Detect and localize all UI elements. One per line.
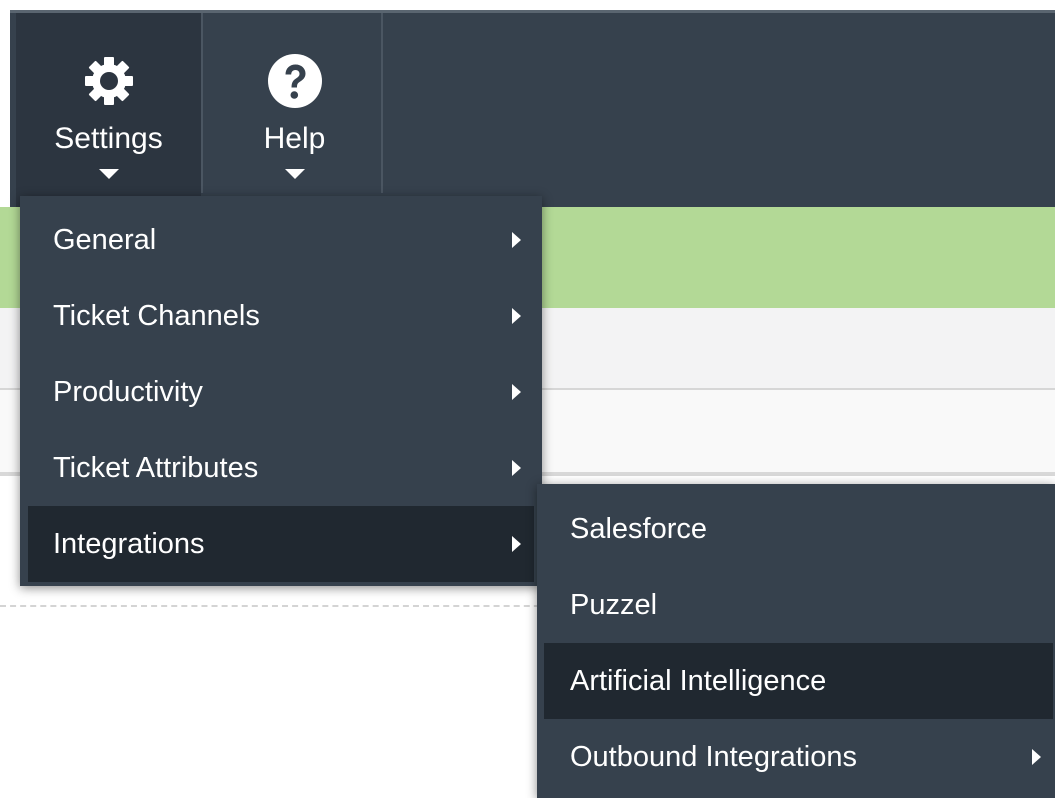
menu-item-label: Salesforce <box>570 513 708 545</box>
menu-item-puzzel[interactable]: Puzzel <box>544 567 1055 643</box>
chevron-right-icon <box>512 536 521 552</box>
menu-item-ticket-attributes[interactable]: Ticket Attributes <box>28 430 542 506</box>
menu-item-label: Ticket Channels <box>53 300 260 332</box>
app-screen: Settings Help General Ticket Channels Pr… <box>0 0 1055 798</box>
menu-item-label: Ticket Attributes <box>53 452 259 484</box>
settings-nav-label: Settings <box>54 122 163 155</box>
menu-item-general[interactable]: General <box>28 202 542 278</box>
chevron-right-icon <box>512 232 521 248</box>
chevron-down-icon <box>284 169 305 179</box>
chevron-right-icon <box>1032 749 1041 765</box>
menu-item-ticket-channels[interactable]: Ticket Channels <box>28 278 542 354</box>
menu-item-salesforce[interactable]: Salesforce <box>544 491 1055 567</box>
menu-item-productivity[interactable]: Productivity <box>28 354 542 430</box>
chevron-right-icon <box>512 460 521 476</box>
chevron-right-icon <box>512 308 521 324</box>
help-nav-label: Help <box>263 122 326 155</box>
menu-item-integrations[interactable]: Integrations <box>28 506 534 582</box>
settings-dropdown-menu: General Ticket Channels Productivity Tic… <box>20 196 542 586</box>
question-circle-icon <box>267 54 322 108</box>
chevron-down-icon <box>98 169 119 179</box>
dashed-divider <box>0 605 560 607</box>
menu-item-label: Puzzel <box>570 589 658 621</box>
menu-item-label: Productivity <box>53 376 203 408</box>
menu-item-label: Integrations <box>53 528 205 560</box>
settings-nav-button[interactable]: Settings <box>16 13 201 207</box>
menu-item-outbound-integrations[interactable]: Outbound Integrations <box>544 719 1055 795</box>
menu-item-label: Artificial Intelligence <box>570 665 827 697</box>
menu-item-label: General <box>53 224 157 256</box>
help-nav-button[interactable]: Help <box>203 13 386 207</box>
top-navigation-bar: Settings Help <box>10 10 1055 207</box>
menu-item-label: Outbound Integrations <box>570 741 857 773</box>
integrations-submenu: Salesforce Puzzel Artificial Intelligenc… <box>537 484 1055 798</box>
gear-icon <box>84 57 133 105</box>
menu-item-artificial-intelligence[interactable]: Artificial Intelligence <box>544 643 1053 719</box>
chevron-right-icon <box>512 384 521 400</box>
nav-divider <box>381 13 383 193</box>
